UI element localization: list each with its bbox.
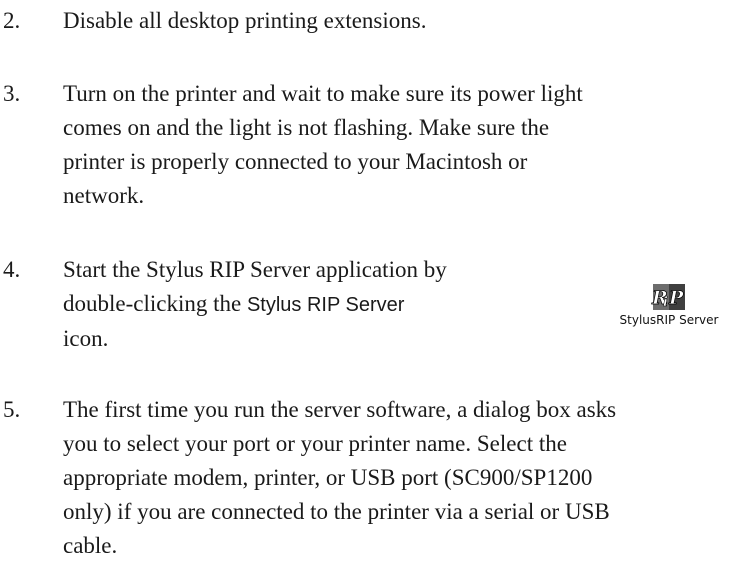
icon-label: StylusRIP Server [619, 313, 719, 327]
step-number: 2. [3, 8, 21, 33]
step-line: cable. [63, 533, 118, 558]
svg-text:P: P [668, 287, 684, 309]
step-line: appropriate modem, printer, or USB port … [63, 465, 593, 490]
step-number: 3. [3, 81, 21, 106]
svg-text:i: i [663, 295, 668, 310]
stylus-rip-server-app-icon[interactable]: R i P StylusRIP Server [614, 282, 724, 327]
step-line: Start the Stylus RIP Server application … [63, 257, 447, 282]
step-text: Start the Stylus RIP Server application … [63, 253, 447, 356]
application-name: Stylus RIP Server [246, 294, 405, 316]
step-line: only) if you are connected to the printe… [63, 499, 610, 524]
step-line: The first time you run the server softwa… [63, 397, 617, 422]
step-line: Turn on the printer and wait to make sur… [63, 81, 583, 106]
step-text: Disable all desktop printing extensions. [63, 4, 426, 38]
step-number: 5. [3, 397, 21, 422]
step-number: 4. [3, 257, 21, 282]
rip-icon: R i P [651, 284, 685, 310]
step-line: Disable all desktop printing extensions. [63, 8, 427, 33]
step-line: icon. [63, 326, 109, 351]
step-line-text: double-clicking the [63, 291, 247, 316]
step-text: Turn on the printer and wait to make sur… [63, 77, 583, 213]
step-line: network. [63, 183, 145, 208]
step-line: printer is properly connected to your Ma… [63, 149, 528, 174]
step-line: comes on and the light is not flashing. … [63, 115, 550, 140]
step-line: double-clicking the Stylus RIP Server [63, 287, 447, 322]
step-line: you to select your port or your printer … [63, 431, 567, 456]
